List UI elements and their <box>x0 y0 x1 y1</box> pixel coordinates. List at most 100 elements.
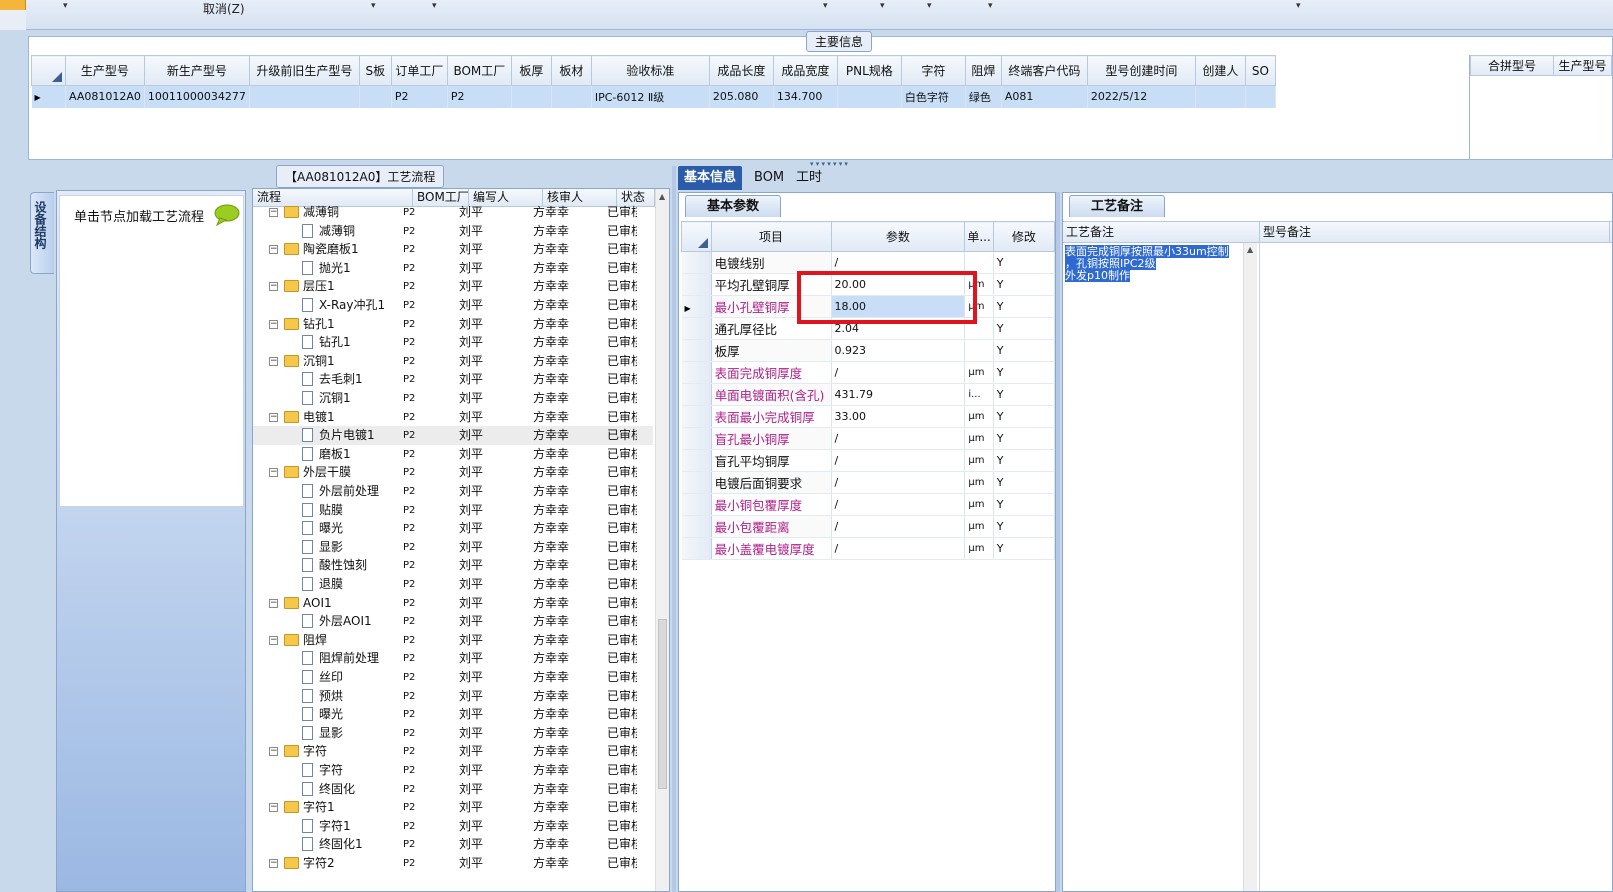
scroll-thumb[interactable] <box>658 619 667 789</box>
collapse-toggle-icon[interactable]: − <box>269 282 278 292</box>
param-value[interactable]: / <box>831 449 966 472</box>
param-unit[interactable]: μm <box>964 361 994 384</box>
row-indicator[interactable] <box>681 273 712 296</box>
tab-basic-params[interactable]: 基本参数 <box>685 195 781 217</box>
cell-board-thickness[interactable] <box>511 85 552 108</box>
col-header-legend[interactable]: 字符 <box>900 55 966 86</box>
col-header-solder-mask[interactable]: 阻焊 <box>964 55 1002 86</box>
param-modify[interactable]: Y <box>993 251 1056 274</box>
dropdown-arrow-icon[interactable]: ▾ <box>1296 1 1301 11</box>
col-header-model-notes[interactable]: 型号备注 <box>1260 222 1610 242</box>
tab-basic-info[interactable]: 基本信息 <box>678 166 743 190</box>
scroll-up-icon[interactable]: ▲ <box>659 192 665 201</box>
col-header-board-material[interactable]: 板材 <box>550 55 592 86</box>
row-indicator[interactable] <box>681 361 712 384</box>
col-header-old-production-model[interactable]: 升级前旧生产型号 <box>248 55 360 86</box>
tree-row[interactable]: 钻孔1P2刘平方幸幸已审核 <box>253 333 653 352</box>
tree-row[interactable]: 退膜P2刘平方幸幸已审核 <box>253 575 653 594</box>
param-unit[interactable]: μm <box>964 493 994 516</box>
row-indicator[interactable]: ▶ <box>681 295 712 318</box>
param-value[interactable]: 33.00 <box>831 405 966 428</box>
param-row[interactable]: 最小包覆距离 / μm Y <box>681 515 1056 538</box>
col-header-board-thickness[interactable]: 板厚 <box>510 55 552 86</box>
col-header-new-production-model[interactable]: 新生产型号 <box>143 55 250 86</box>
tree-row[interactable]: 字符1P2刘平方幸幸已审核 <box>253 817 653 836</box>
tree-row[interactable]: 字符P2刘平方幸幸已审核 <box>253 761 653 780</box>
col-header-s-board[interactable]: S板 <box>358 55 392 86</box>
tab-work-hours[interactable]: 工时 <box>790 166 828 190</box>
row-indicator[interactable]: ▶ <box>31 85 66 108</box>
param-unit[interactable]: μm <box>964 471 994 494</box>
collapse-toggle-icon[interactable]: − <box>269 245 278 255</box>
tree-row[interactable]: − 字符2 P2 刘平 方幸幸 已审核 <box>253 854 653 873</box>
param-modify[interactable]: Y <box>993 537 1056 560</box>
param-value[interactable]: / <box>831 493 966 516</box>
collapse-toggle-icon[interactable]: − <box>269 747 278 757</box>
tree-row[interactable]: − 沉铜1 P2 刘平 方幸幸 已审核 <box>253 352 653 371</box>
cell-length[interactable]: 205.080 <box>709 85 774 108</box>
dropdown-arrow-icon[interactable]: ▾ <box>927 1 932 11</box>
param-row[interactable]: 盲孔平均铜厚 / μm Y <box>681 449 1056 472</box>
cell-creator[interactable] <box>1195 85 1246 108</box>
tree-row[interactable]: − 电镀1 P2 刘平 方幸幸 已审核 <box>253 408 653 427</box>
table-row[interactable]: ▶ AA081012A0 10011000034277 P2 P2 IPC-60… <box>31 85 1276 108</box>
row-indicator[interactable] <box>681 339 712 362</box>
param-modify[interactable]: Y <box>993 317 1056 340</box>
collapse-toggle-icon[interactable]: − <box>269 859 278 868</box>
cell-order-factory[interactable]: P2 <box>391 85 448 108</box>
dropdown-arrow-icon[interactable]: ▾ <box>432 1 437 11</box>
collapse-toggle-icon[interactable]: − <box>269 635 278 645</box>
tree-row[interactable]: X-Ray冲孔1P2刘平方幸幸已审核 <box>253 296 653 315</box>
col-header-bom-factory[interactable]: BOM工厂 <box>446 55 512 86</box>
tree-row[interactable]: 终固化1P2刘平方幸幸已审核 <box>253 835 653 854</box>
cell-production-model[interactable]: AA081012A0 <box>65 85 145 108</box>
tree-row[interactable]: 曝光P2刘平方幸幸已审核 <box>253 705 653 724</box>
scroll-up-icon[interactable]: ▲ <box>1247 245 1253 254</box>
param-row[interactable]: 单面电镀面积(含孔) 431.79 i... Y <box>681 383 1056 406</box>
tree-row[interactable]: 显影P2刘平方幸幸已审核 <box>253 724 653 743</box>
vertical-splitter[interactable] <box>672 166 676 892</box>
param-unit[interactable]: μm <box>964 537 994 560</box>
param-value[interactable]: 431.79 <box>831 383 966 406</box>
equipment-structure-tab[interactable]: 设备结构 <box>30 192 54 274</box>
tree-row[interactable]: 贴膜P2刘平方幸幸已审核 <box>253 501 653 520</box>
grid-corner[interactable] <box>681 221 712 252</box>
tree-row[interactable]: 减薄铜P2刘平方幸幸已审核 <box>253 222 653 241</box>
cell-so[interactable] <box>1245 85 1276 108</box>
param-value[interactable]: / <box>831 537 966 560</box>
process-notes-text[interactable]: 表面完成铜厚按照最小33um控制 ，孔铜按照IPC2级 外发p10制作 <box>1065 245 1240 282</box>
row-indicator[interactable] <box>681 405 712 428</box>
dropdown-arrow-icon[interactable]: ▾ <box>988 1 993 11</box>
collapse-toggle-icon[interactable]: − <box>269 319 278 329</box>
cancel-button[interactable]: 取消(Z) <box>203 0 245 17</box>
tree-row[interactable]: 外层前处理P2刘平方幸幸已审核 <box>253 482 653 501</box>
col-header-process-notes[interactable]: 工艺备注 <box>1063 222 1260 242</box>
col-header-so[interactable]: SO <box>1244 55 1276 86</box>
param-value[interactable]: / <box>831 361 966 384</box>
col-header-length[interactable]: 成品长度 <box>708 55 774 86</box>
collapse-toggle-icon[interactable]: − <box>269 412 278 422</box>
dropdown-arrow-icon[interactable]: ▾ <box>63 1 68 11</box>
param-value[interactable]: / <box>831 427 966 450</box>
row-indicator[interactable] <box>681 471 712 494</box>
row-indicator[interactable] <box>681 515 712 538</box>
cell-s-board[interactable] <box>359 85 392 108</box>
col-header-order-factory[interactable]: 订单工厂 <box>390 55 448 86</box>
tab-process-notes[interactable]: 工艺备注 <box>1069 195 1165 217</box>
param-unit[interactable] <box>964 339 994 362</box>
param-unit[interactable]: i... <box>964 383 994 406</box>
cell-width[interactable]: 134.700 <box>773 85 838 108</box>
param-modify[interactable]: Y <box>993 427 1056 450</box>
param-modify[interactable]: Y <box>993 339 1056 362</box>
tree-row[interactable]: 阻焊前处理P2刘平方幸幸已审核 <box>253 649 653 668</box>
param-modify[interactable]: Y <box>993 515 1056 538</box>
row-indicator[interactable] <box>681 383 712 406</box>
col-header-item[interactable]: 项目 <box>710 221 832 252</box>
collapse-toggle-icon[interactable]: − <box>269 208 278 217</box>
tree-row[interactable]: − 字符 P2 刘平 方幸幸 已审核 <box>253 742 653 761</box>
param-unit[interactable]: μm <box>964 515 994 538</box>
param-unit[interactable]: μm <box>964 449 994 472</box>
col-header-pnl-spec[interactable]: PNL规格 <box>836 55 902 86</box>
tree-row[interactable]: 预烘P2刘平方幸幸已审核 <box>253 687 653 706</box>
col-header-param[interactable]: 参数 <box>830 221 966 252</box>
